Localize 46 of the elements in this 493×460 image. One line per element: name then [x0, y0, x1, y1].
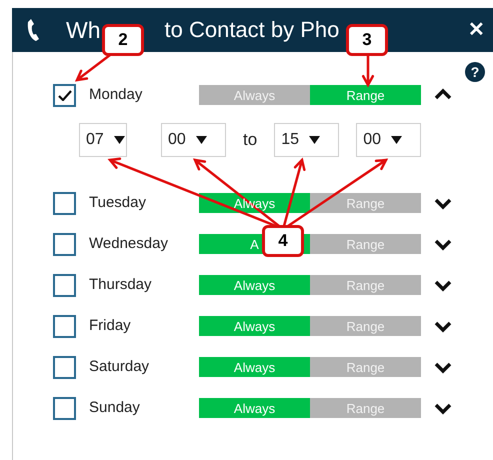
- window-title: to Contact by Pho: [164, 19, 340, 41]
- callout-tooltip: 2: [102, 24, 144, 56]
- mode-toggle-option[interactable]: Always: [199, 85, 310, 105]
- day-label: Wednesday: [89, 234, 169, 254]
- checkbox[interactable]: [53, 396, 76, 420]
- phone-icon: [25, 18, 41, 42]
- mode-toggle-option[interactable]: Range: [310, 357, 421, 377]
- mode-toggle-option[interactable]: Range: [310, 85, 421, 105]
- help-button[interactable]: ?: [465, 62, 485, 82]
- mode-toggle-option[interactable]: Range: [310, 275, 421, 295]
- mode-toggle-option[interactable]: Always: [199, 316, 310, 336]
- mode-toggle-option[interactable]: Range: [310, 234, 421, 254]
- caret-icon: [390, 136, 402, 144]
- mode-toggle-option[interactable]: Range: [310, 316, 421, 336]
- mode-toggle-option[interactable]: Range: [310, 398, 421, 418]
- callout-tooltip: 4: [262, 225, 304, 257]
- mode-toggle-option[interactable]: Always: [199, 275, 310, 295]
- checkbox[interactable]: [53, 274, 76, 296]
- time-dropdown[interactable]: 15: [274, 123, 340, 157]
- day-label: Monday: [89, 84, 144, 105]
- mode-toggle-option[interactable]: Range: [310, 193, 421, 213]
- day-label: Tuesday: [89, 192, 147, 213]
- caret-icon: [196, 136, 207, 144]
- caret-icon: [114, 136, 125, 144]
- time-dropdown[interactable]: 07: [79, 123, 127, 157]
- time-dropdown[interactable]: 00: [161, 123, 226, 157]
- day-label: Sunday: [89, 398, 141, 418]
- caret-icon: [308, 136, 320, 144]
- mode-toggle-option[interactable]: Always: [199, 398, 310, 418]
- arrow: [362, 54, 374, 88]
- checkbox[interactable]: [53, 232, 76, 256]
- checkbox[interactable]: [53, 84, 76, 106]
- time-dropdown[interactable]: 00: [356, 123, 422, 157]
- day-label: Friday: [89, 316, 132, 336]
- close-button[interactable]: ✕: [468, 20, 485, 40]
- callout-tooltip: 3: [346, 24, 388, 56]
- day-label: Thursday: [89, 274, 153, 295]
- checkbox[interactable]: [53, 314, 76, 338]
- day-label: Saturday: [89, 356, 150, 377]
- checkbox[interactable]: [53, 192, 76, 214]
- checkmark-icon: [58, 90, 72, 100]
- checkbox[interactable]: [53, 356, 76, 378]
- arrow: [74, 54, 112, 82]
- range-separator: to: [243, 129, 258, 152]
- mode-toggle-option[interactable]: Always: [199, 357, 310, 377]
- window-title: Wh: [66, 18, 100, 42]
